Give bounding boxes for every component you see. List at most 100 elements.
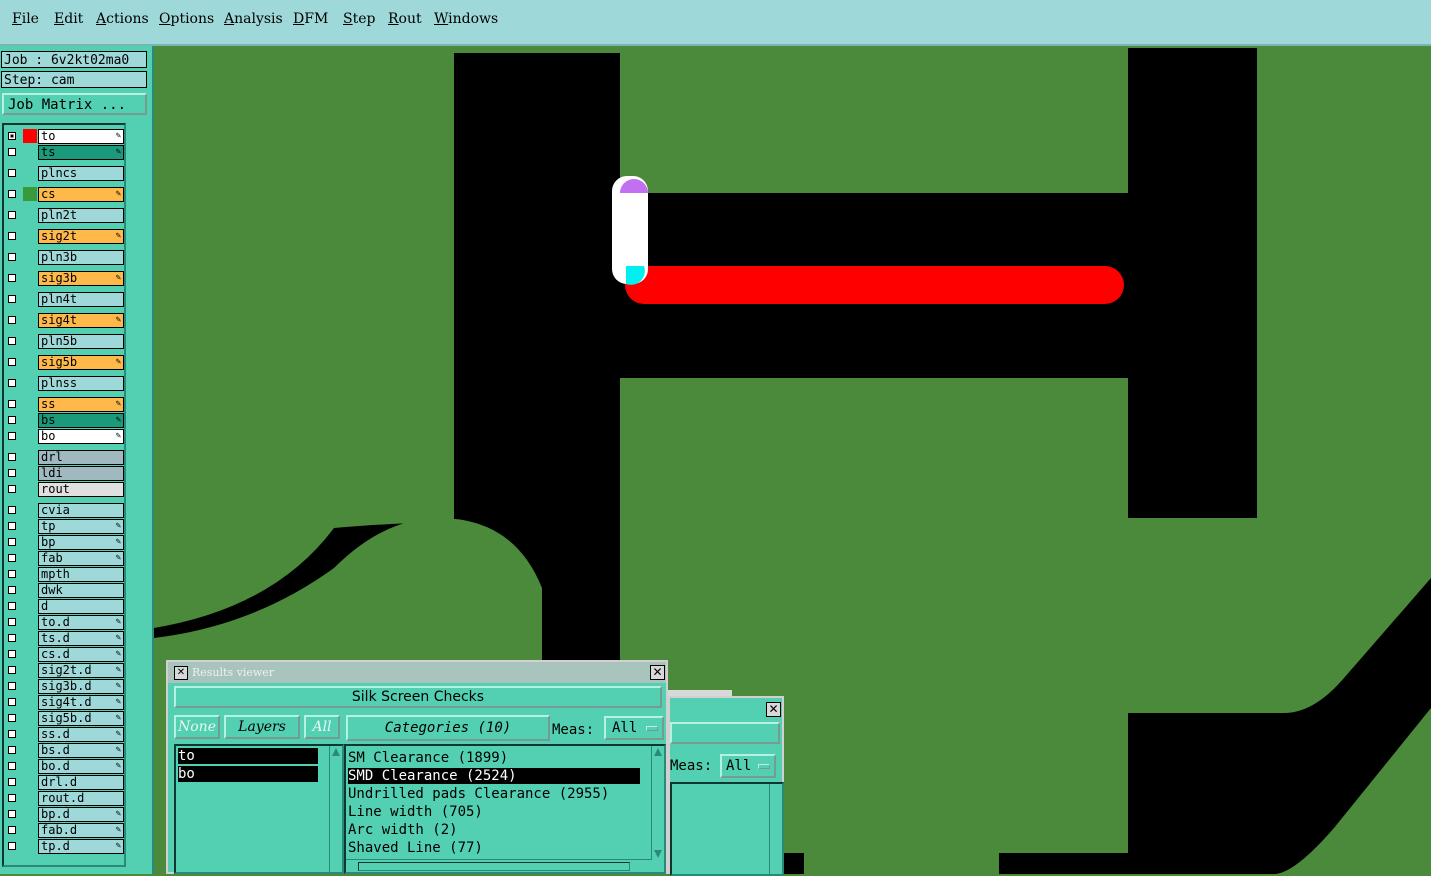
layer-checkbox[interactable] [8, 762, 16, 770]
layer-checkbox[interactable] [8, 506, 16, 514]
results-viewer-titlebar[interactable]: ✕ Results viewer ✕ [168, 662, 666, 683]
layer-row-sig5b[interactable]: sig5b ✎ [4, 355, 124, 370]
layer-name[interactable]: tp.d ✎ [38, 839, 124, 854]
layer-checkbox[interactable] [8, 432, 16, 440]
layer-color-swatch[interactable] [23, 695, 37, 709]
layer-row-rout-d[interactable]: rout.d [4, 791, 124, 806]
layer-checkbox[interactable] [8, 337, 16, 345]
layer-checkbox[interactable] [8, 274, 16, 282]
layer-name[interactable]: fab.d ✎ [38, 823, 124, 838]
layer-color-swatch[interactable] [23, 334, 37, 348]
layer-name[interactable]: to.d ✎ [38, 615, 124, 630]
layer-row-to[interactable]: to ✎ [4, 129, 124, 144]
categories-list-scrollbar[interactable] [651, 746, 664, 860]
layer-checkbox[interactable] [8, 522, 16, 530]
layer-color-swatch[interactable] [23, 839, 37, 853]
layer-color-swatch[interactable] [23, 355, 37, 369]
layer-name[interactable]: d [38, 599, 124, 614]
layer-row-dwk[interactable]: dwk [4, 583, 124, 598]
layer-name[interactable]: bs.d ✎ [38, 743, 124, 758]
layer-checkbox[interactable] [8, 485, 16, 493]
layer-name[interactable]: ts ✎ [38, 145, 124, 160]
layer-color-swatch[interactable] [23, 551, 37, 565]
layer-name[interactable]: sig2t ✎ [38, 229, 124, 244]
layer-color-swatch[interactable] [23, 775, 37, 789]
layer-color-swatch[interactable] [23, 519, 37, 533]
menu-step[interactable]: Step [343, 11, 375, 27]
layer-row-ss-d[interactable]: ss.d ✎ [4, 727, 124, 742]
layer-row-rout[interactable]: rout [4, 482, 124, 497]
category-item[interactable]: Shaved Line (77) [348, 840, 640, 856]
layer-checkbox[interactable] [8, 538, 16, 546]
layer-row-ts[interactable]: ts ✎ [4, 145, 124, 160]
layer-checkbox[interactable] [8, 682, 16, 690]
layer-name[interactable]: ldi [38, 466, 124, 481]
layer-color-swatch[interactable] [23, 397, 37, 411]
layer-row-bo-d[interactable]: bo.d ✎ [4, 759, 124, 774]
layer-name[interactable]: rout [38, 482, 124, 497]
layers-list-scrollbar[interactable] [329, 746, 342, 872]
layer-row-sig2t[interactable]: sig2t ✎ [4, 229, 124, 244]
layer-color-swatch[interactable] [23, 466, 37, 480]
layer-checkbox[interactable] [8, 358, 16, 366]
close-icon[interactable]: ✕ [766, 702, 781, 717]
layer-name[interactable]: bp ✎ [38, 535, 124, 550]
layer-color-swatch[interactable] [23, 429, 37, 443]
layer-checkbox[interactable] [8, 826, 16, 834]
category-item[interactable]: SMD Clearance (2524) [348, 768, 640, 784]
layer-color-swatch[interactable] [23, 647, 37, 661]
layer-name[interactable]: sig5b.d ✎ [38, 711, 124, 726]
layer-name[interactable]: sig4t.d ✎ [38, 695, 124, 710]
window-menu-icon[interactable]: ✕ [174, 666, 188, 680]
layer-name[interactable]: pln2t [38, 208, 124, 223]
layer-row-to-d[interactable]: to.d ✎ [4, 615, 124, 630]
layer-name[interactable]: tp ✎ [38, 519, 124, 534]
hscroll-thumb[interactable] [358, 862, 630, 871]
layer-row-bs-d[interactable]: bs.d ✎ [4, 743, 124, 758]
layer-checkbox[interactable] [8, 253, 16, 261]
layers-list[interactable]: to bo [174, 744, 344, 874]
layer-name[interactable]: cs.d ✎ [38, 647, 124, 662]
layer-checkbox[interactable] [8, 148, 16, 156]
layer-row-pln5b[interactable]: pln5b [4, 334, 124, 349]
layer-row-ldi[interactable]: ldi [4, 466, 124, 481]
none-button[interactable]: None [174, 715, 220, 739]
layer-checkbox[interactable] [8, 554, 16, 562]
layer-color-swatch[interactable] [23, 663, 37, 677]
layer-row-sig3b-d[interactable]: sig3b.d ✎ [4, 679, 124, 694]
scroll-down-icon[interactable] [654, 850, 662, 858]
layer-color-swatch[interactable] [23, 450, 37, 464]
layer-checkbox[interactable] [8, 379, 16, 387]
layer-row-pln3b[interactable]: pln3b [4, 250, 124, 265]
layer-name[interactable]: cs ✎ [38, 187, 124, 202]
layer-checkbox[interactable] [8, 469, 16, 477]
layer-checkbox[interactable] [8, 570, 16, 578]
layer-color-swatch[interactable] [23, 376, 37, 390]
layer-checkbox[interactable] [8, 650, 16, 658]
layer-checkbox[interactable] [8, 586, 16, 594]
layer-color-swatch[interactable] [23, 166, 37, 180]
layer-color-swatch[interactable] [23, 482, 37, 496]
layer-name[interactable]: bo.d ✎ [38, 759, 124, 774]
layer-name[interactable]: pln3b [38, 250, 124, 265]
close-icon[interactable]: ✕ [650, 665, 665, 680]
menu-windows[interactable]: Windows [434, 11, 498, 27]
layer-row-pln4t[interactable]: pln4t [4, 292, 124, 307]
category-item[interactable]: SM Clearance (1899) [348, 750, 640, 766]
layer-name[interactable]: sig3b.d ✎ [38, 679, 124, 694]
categories-button[interactable]: Categories (10) [346, 715, 550, 741]
layer-color-swatch[interactable] [23, 583, 37, 597]
layer-checkbox[interactable] [8, 778, 16, 786]
layer-row-bp-d[interactable]: bp.d ✎ [4, 807, 124, 822]
layer-name[interactable]: plncs [38, 166, 124, 181]
layer-row-sig3b[interactable]: sig3b ✎ [4, 271, 124, 286]
layer-row-ss[interactable]: ss ✎ [4, 397, 124, 412]
layer-row-plncs[interactable]: plncs [4, 166, 124, 181]
layer-row-sig4t[interactable]: sig4t ✎ [4, 313, 124, 328]
layer-row-bo[interactable]: bo ✎ [4, 429, 124, 444]
layer-name[interactable]: to ✎ [38, 129, 124, 144]
layer-name[interactable]: sig3b ✎ [38, 271, 124, 286]
layer-row-bs[interactable]: bs ✎ [4, 413, 124, 428]
menu-options[interactable]: Options [159, 11, 214, 27]
layer-checkbox[interactable] [8, 618, 16, 626]
